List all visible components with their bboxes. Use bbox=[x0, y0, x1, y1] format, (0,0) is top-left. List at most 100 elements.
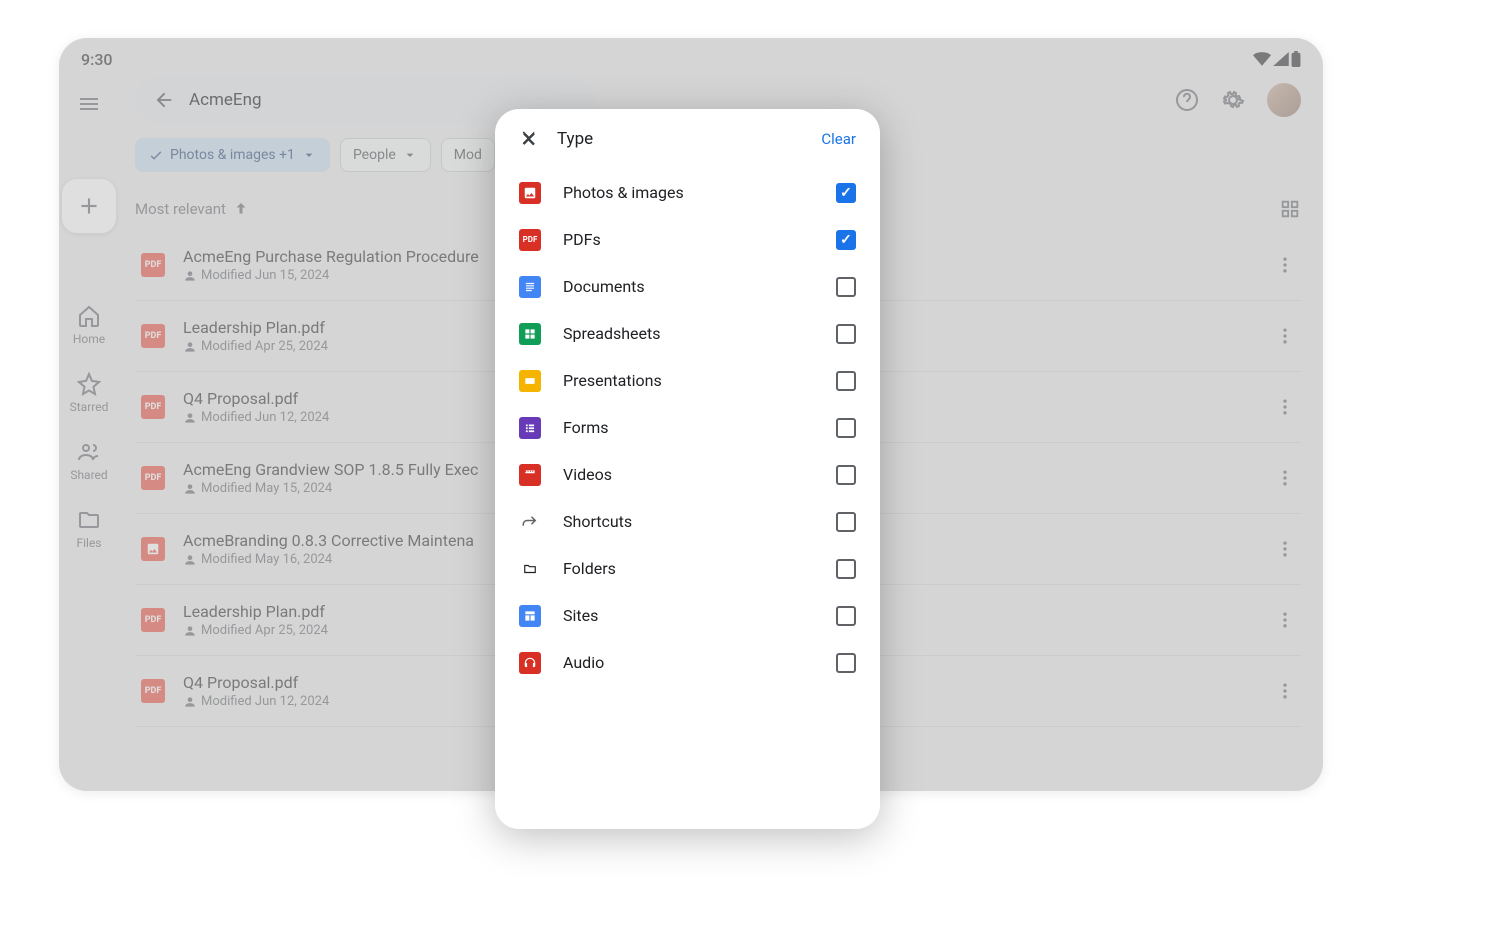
nav-starred[interactable]: Starred bbox=[70, 372, 109, 414]
status-time: 9:30 bbox=[81, 50, 113, 69]
type-option-sites[interactable]: Sites bbox=[519, 592, 856, 639]
type-label: Shortcuts bbox=[563, 512, 814, 531]
forms-icon bbox=[519, 417, 541, 439]
checkbox[interactable] bbox=[836, 653, 856, 673]
chip-people[interactable]: People bbox=[340, 138, 431, 172]
type-option-folders[interactable]: Folders bbox=[519, 545, 856, 592]
shortcuts-icon bbox=[519, 511, 541, 533]
more-icon[interactable] bbox=[1275, 610, 1295, 630]
type-label: Sites bbox=[563, 606, 814, 625]
type-option-videos[interactable]: Videos bbox=[519, 451, 856, 498]
nav-home[interactable]: Home bbox=[73, 304, 105, 346]
check-icon bbox=[148, 147, 164, 163]
type-option-forms[interactable]: Forms bbox=[519, 404, 856, 451]
more-icon[interactable] bbox=[1275, 397, 1295, 417]
folders-icon bbox=[519, 558, 541, 580]
more-icon[interactable] bbox=[1275, 681, 1295, 701]
chevron-down-icon bbox=[402, 147, 418, 163]
nav-home-label: Home bbox=[73, 332, 105, 346]
type-option-sheets[interactable]: Spreadsheets bbox=[519, 310, 856, 357]
image-icon bbox=[141, 537, 165, 561]
hamburger-icon[interactable] bbox=[77, 92, 101, 116]
chip-type-label: Photos & images +1 bbox=[170, 147, 295, 163]
type-option-pdf[interactable]: PDFPDFs bbox=[519, 216, 856, 263]
chip-people-label: People bbox=[353, 147, 396, 163]
slides-icon bbox=[519, 370, 541, 392]
pdf-icon: PDF bbox=[519, 229, 541, 251]
people-icon bbox=[77, 440, 101, 464]
gear-icon[interactable] bbox=[1221, 88, 1245, 112]
clear-button[interactable]: Clear bbox=[821, 130, 856, 148]
more-icon[interactable] bbox=[1275, 539, 1295, 559]
wifi-icon bbox=[1253, 52, 1271, 66]
help-icon[interactable] bbox=[1175, 88, 1199, 112]
type-option-docs[interactable]: Documents bbox=[519, 263, 856, 310]
grid-view-icon[interactable] bbox=[1279, 198, 1301, 220]
type-label: Forms bbox=[563, 418, 814, 437]
type-option-slides[interactable]: Presentations bbox=[519, 357, 856, 404]
arrow-up-icon[interactable] bbox=[232, 200, 250, 218]
back-arrow-icon[interactable] bbox=[153, 89, 175, 111]
type-label: Spreadsheets bbox=[563, 324, 814, 343]
more-icon[interactable] bbox=[1275, 468, 1295, 488]
checkbox[interactable] bbox=[836, 465, 856, 485]
signal-icon bbox=[1273, 52, 1289, 66]
type-label: Documents bbox=[563, 277, 814, 296]
star-icon bbox=[77, 372, 101, 396]
checkbox[interactable] bbox=[836, 183, 856, 203]
checkbox[interactable] bbox=[836, 230, 856, 250]
nav-starred-label: Starred bbox=[70, 400, 109, 414]
person-icon bbox=[183, 482, 197, 496]
new-button[interactable] bbox=[61, 178, 117, 234]
more-icon[interactable] bbox=[1275, 255, 1295, 275]
more-icon[interactable] bbox=[1275, 326, 1295, 346]
search-input[interactable] bbox=[189, 90, 577, 110]
pdf-icon: PDF bbox=[141, 253, 165, 277]
sort-label[interactable]: Most relevant bbox=[135, 200, 226, 218]
person-icon bbox=[183, 695, 197, 709]
docs-icon bbox=[519, 276, 541, 298]
nav-files[interactable]: Files bbox=[76, 508, 101, 550]
pdf-icon: PDF bbox=[141, 608, 165, 632]
battery-icon bbox=[1291, 51, 1301, 67]
person-icon bbox=[183, 411, 197, 425]
status-bar: 9:30 bbox=[59, 38, 1323, 68]
chip-type[interactable]: Photos & images +1 bbox=[135, 138, 330, 172]
type-option-audio[interactable]: Audio bbox=[519, 639, 856, 686]
audio-icon bbox=[519, 652, 541, 674]
sheets-icon bbox=[519, 323, 541, 345]
person-icon bbox=[183, 624, 197, 638]
type-list: Photos & images PDFPDFs Documents Spreadshe… bbox=[495, 163, 880, 692]
home-icon bbox=[77, 304, 101, 328]
type-filter-popup: Type Clear Photos & imagesPDFPDFsDocumen… bbox=[495, 109, 880, 829]
nav-shared[interactable]: Shared bbox=[70, 440, 107, 482]
checkbox[interactable] bbox=[836, 324, 856, 344]
checkbox[interactable] bbox=[836, 418, 856, 438]
chip-modified[interactable]: Mod bbox=[441, 138, 495, 172]
pdf-icon: PDF bbox=[141, 679, 165, 703]
nav-files-label: Files bbox=[76, 536, 101, 550]
pdf-icon: PDF bbox=[141, 324, 165, 348]
pdf-icon: PDF bbox=[141, 395, 165, 419]
plus-icon bbox=[76, 193, 102, 219]
person-icon bbox=[183, 340, 197, 354]
type-option-shortcuts[interactable]: Shortcuts bbox=[519, 498, 856, 545]
type-option-photos[interactable]: Photos & images bbox=[519, 169, 856, 216]
type-label: Photos & images bbox=[563, 183, 814, 202]
checkbox[interactable] bbox=[836, 512, 856, 532]
photos-icon bbox=[519, 182, 541, 204]
checkbox[interactable] bbox=[836, 606, 856, 626]
checkbox[interactable] bbox=[836, 371, 856, 391]
videos-icon bbox=[519, 464, 541, 486]
close-icon[interactable] bbox=[519, 129, 539, 149]
chevron-down-icon bbox=[301, 147, 317, 163]
person-icon bbox=[183, 553, 197, 567]
checkbox[interactable] bbox=[836, 277, 856, 297]
checkbox[interactable] bbox=[836, 559, 856, 579]
status-icons bbox=[1253, 51, 1301, 67]
pdf-icon: PDF bbox=[141, 466, 165, 490]
folder-icon bbox=[77, 508, 101, 532]
chip-modified-label: Mod bbox=[454, 147, 482, 163]
avatar[interactable] bbox=[1267, 83, 1301, 117]
type-label: Folders bbox=[563, 559, 814, 578]
